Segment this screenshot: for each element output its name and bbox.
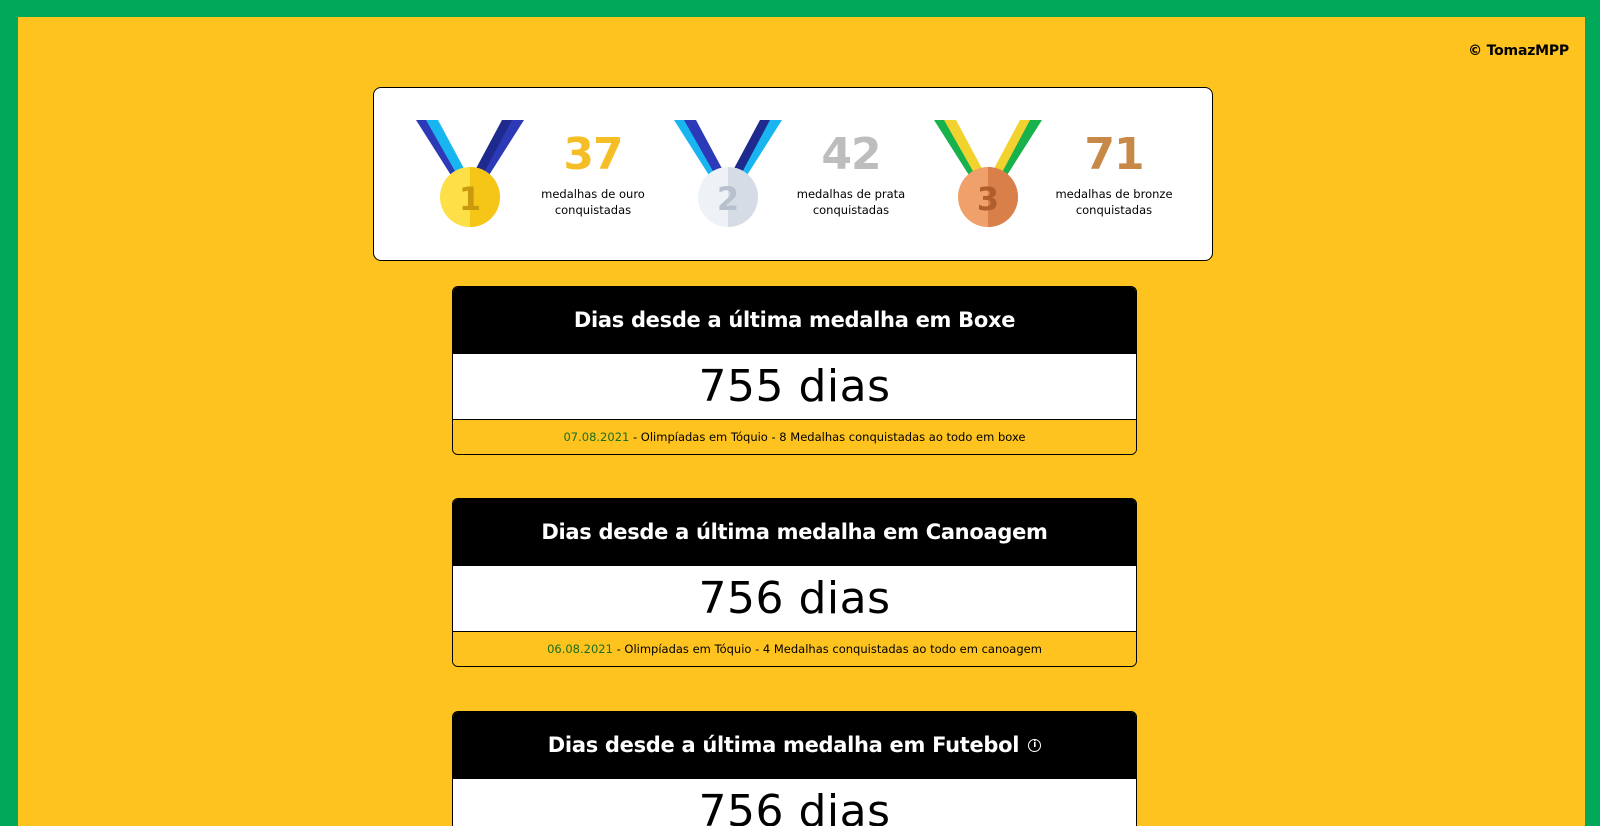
medal-date: 07.08.2021 (563, 430, 630, 444)
bronze-medal-label: medalhas de bronze conquistadas (1055, 187, 1173, 217)
silver-medal-count: 42 (821, 129, 881, 180)
copyright-text: © TomazMPP (1468, 43, 1569, 59)
bronze-medal-count: 71 (1084, 129, 1144, 180)
silver-medal-info: 42 medalhas de prata conquistadas (786, 130, 916, 218)
info-icon[interactable]: i (1028, 738, 1042, 752)
days-count: 756 dias (453, 565, 1136, 632)
svg-text:1: 1 (459, 180, 481, 218)
page-background: © TomazMPP 1 37 medalhas de ouro conquis… (18, 17, 1585, 826)
svg-text:3: 3 (977, 180, 999, 218)
card-footer: 06.08.2021 - Olimpíadas em Tóquio - 4 Me… (453, 632, 1136, 666)
card-title: Dias desde a última medalha em Boxe (453, 287, 1136, 353)
card-footer: 07.08.2021 - Olimpíadas em Tóquio - 8 Me… (453, 420, 1136, 454)
boxe-card: Dias desde a última medalha em Boxe 755 … (452, 286, 1137, 455)
card-title: Dias desde a última medalha em Futebol (547, 733, 1020, 757)
gold-medal-icon: 1 (416, 120, 524, 227)
card-title: Dias desde a última medalha em Canoagem (453, 499, 1136, 565)
card-header: Dias desde a última medalha em Futebol i (453, 712, 1136, 778)
days-count: 756 dias (453, 778, 1136, 826)
silver-medal-icon: 2 (674, 120, 782, 227)
medal-summary-panel: 1 37 medalhas de ouro conquistadas 2 42 … (373, 87, 1213, 261)
svg-text:2: 2 (717, 180, 739, 218)
futebol-card: Dias desde a última medalha em Futebol i… (452, 711, 1137, 826)
gold-medal-count: 37 (563, 129, 623, 180)
gold-medal-info: 37 medalhas de ouro conquistadas (528, 130, 658, 218)
silver-medal-label: medalhas de prata conquistadas (796, 187, 906, 217)
canoagem-card: Dias desde a última medalha em Canoagem … (452, 498, 1137, 667)
gold-medal-label: medalhas de ouro conquistadas (541, 187, 645, 217)
medal-description: - Olimpíadas em Tóquio - 8 Medalhas conq… (629, 430, 1026, 444)
bronze-medal-info: 71 medalhas de bronze conquistadas (1049, 130, 1179, 218)
medal-description: - Olimpíadas em Tóquio - 4 Medalhas conq… (612, 642, 1042, 656)
bronze-medal-icon: 3 (934, 120, 1042, 227)
medal-date: 06.08.2021 (547, 642, 613, 656)
days-count: 755 dias (453, 353, 1136, 420)
